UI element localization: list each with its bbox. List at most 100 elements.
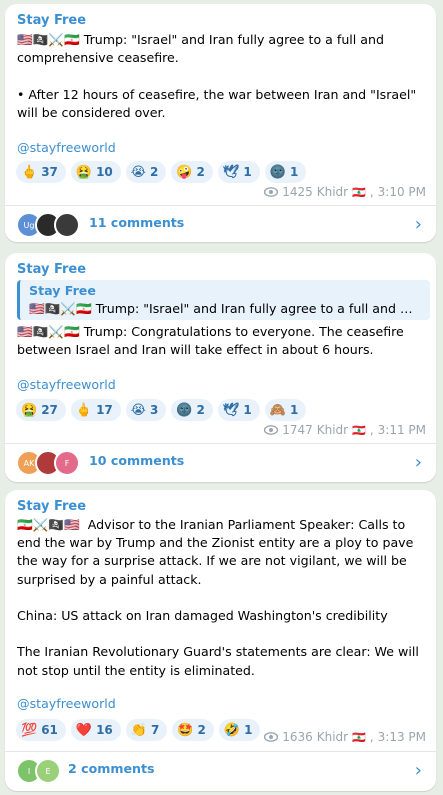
reaction-emoji: 😭 xyxy=(130,164,146,180)
reaction-count: 3 xyxy=(149,403,159,417)
reaction-emoji: 🙈 xyxy=(269,402,286,418)
commenter-avatars: Ug xyxy=(16,212,80,238)
reaction-count: 17 xyxy=(96,403,113,417)
reaction-emoji: 🤩 xyxy=(177,722,194,738)
quote-text: 🇺🇸🏴‍☠️⚔️🇮🇷 Trump: "Israel" and Iran full… xyxy=(29,301,414,316)
reactions-bar: 🖕 37 🤮 10 😭 2 🤪 2 🕊 1 🌚 1 xyxy=(16,161,307,183)
commenter-avatars: AK F xyxy=(16,450,80,476)
reaction-emoji: 😭 xyxy=(130,402,146,418)
reaction-count: 1 xyxy=(243,403,252,417)
post-meta: 1747 Khidr 🇱🇧, 3:11 PM xyxy=(264,423,426,437)
chevron-right-icon[interactable]: › xyxy=(415,760,422,781)
view-count: 1747 xyxy=(282,423,313,437)
reaction-emoji: 🤣 xyxy=(223,722,241,738)
reaction-button[interactable]: ❤️ 16 xyxy=(70,719,121,741)
comments-link[interactable]: 10 comments xyxy=(89,453,184,468)
reaction-count: 1 xyxy=(289,403,299,417)
reply-quote[interactable]: Stay Free 🇺🇸🏴‍☠️⚔️🇮🇷 Trump: "Israel" and… xyxy=(17,280,430,320)
reaction-count: 2 xyxy=(196,165,205,179)
comments-link[interactable]: 2 comments xyxy=(68,761,155,776)
chevron-right-icon[interactable]: › xyxy=(415,214,422,235)
reaction-emoji: ❤️ xyxy=(75,722,93,738)
eye-icon xyxy=(264,732,279,742)
reaction-emoji: 💯 xyxy=(21,722,38,738)
author-flag: 🇱🇧 xyxy=(352,730,366,744)
reaction-button[interactable]: 🖕 17 xyxy=(70,399,121,421)
reaction-button[interactable]: 😭 2 xyxy=(125,161,167,183)
reaction-count: 1 xyxy=(243,165,252,179)
comma: , xyxy=(369,423,374,437)
reaction-button[interactable]: 🤮 10 xyxy=(70,161,121,183)
avatar: E xyxy=(35,758,61,784)
reaction-emoji: 🕊 xyxy=(222,164,240,180)
reaction-count: 61 xyxy=(41,723,58,737)
reaction-button[interactable]: 🌚 2 xyxy=(171,399,213,421)
reaction-button[interactable]: 💯 61 xyxy=(16,719,66,741)
post-card: Stay Free Stay Free 🇺🇸🏴‍☠️⚔️🇮🇷 Trump: "I… xyxy=(5,253,436,482)
post-text: 🇺🇸🏴‍☠️⚔️🇮🇷 Trump: "Israel" and Iran full… xyxy=(17,32,417,120)
reaction-button[interactable]: 🤪 2 xyxy=(171,161,213,183)
reaction-emoji: 🤮 xyxy=(21,402,38,418)
reaction-count: 1 xyxy=(244,723,253,737)
reaction-count: 2 xyxy=(149,165,159,179)
view-count: 1425 xyxy=(282,185,313,199)
post-card: Stay Free 🇺🇸🏴‍☠️⚔️🇮🇷 Trump: "Israel" and… xyxy=(5,4,436,242)
reaction-emoji: 🖕 xyxy=(21,164,38,180)
reaction-count: 7 xyxy=(150,723,160,737)
post-author: Khidr xyxy=(316,730,349,744)
reactions-bar: 💯 61 ❤️ 16 👏 7 🤩 2 🤣 1 xyxy=(16,719,261,741)
reaction-count: 10 xyxy=(96,165,113,179)
post-meta: 1636 Khidr 🇱🇧, 3:13 PM xyxy=(264,730,426,744)
eye-icon xyxy=(264,425,279,435)
reaction-count: 2 xyxy=(197,723,206,737)
post-sender[interactable]: Stay Free xyxy=(17,262,86,277)
reaction-count: 2 xyxy=(196,403,205,417)
reaction-button[interactable]: 🕊 1 xyxy=(217,399,260,421)
comma: , xyxy=(369,185,374,199)
channel-handle-link[interactable]: @stayfreeworld xyxy=(17,140,116,155)
comments-footer[interactable]: AK F 10 comments › xyxy=(5,444,436,480)
post-meta: 1425 Khidr 🇱🇧, 3:10 PM xyxy=(264,185,426,199)
view-count: 1636 xyxy=(282,730,313,744)
post-card: Stay Free 🇮🇷⚔️🏴‍☠️🇺🇸 Advisor to the Iran… xyxy=(5,490,436,791)
reaction-button[interactable]: 🤩 2 xyxy=(172,719,214,741)
post-author: Khidr xyxy=(316,185,349,199)
channel-handle-link[interactable]: @stayfreeworld xyxy=(17,377,116,392)
post-time: 3:11 PM xyxy=(377,423,426,437)
channel-handle-link[interactable]: @stayfreeworld xyxy=(17,696,116,711)
comments-footer[interactable]: I E 2 comments › xyxy=(5,752,436,788)
comments-footer[interactable]: Ug 11 comments › xyxy=(5,206,436,242)
reaction-emoji: 🤮 xyxy=(75,164,93,180)
avatar: F xyxy=(54,450,80,476)
reaction-button[interactable]: 🌚 1 xyxy=(264,161,307,183)
reaction-count: 1 xyxy=(289,165,299,179)
reaction-button[interactable]: 🖕 37 xyxy=(16,161,66,183)
reaction-emoji: 🌚 xyxy=(176,402,193,418)
reaction-button[interactable]: 🙈 1 xyxy=(264,399,307,421)
reaction-button[interactable]: 🕊 1 xyxy=(217,161,260,183)
post-sender[interactable]: Stay Free xyxy=(17,13,86,28)
eye-icon xyxy=(264,187,279,197)
reaction-emoji: 🌚 xyxy=(269,164,286,180)
reaction-button[interactable]: 😭 3 xyxy=(125,399,167,421)
post-author: Khidr xyxy=(316,423,349,437)
commenter-avatars: I E xyxy=(16,758,61,784)
comments-link[interactable]: 11 comments xyxy=(89,215,184,230)
avatar xyxy=(54,212,80,238)
reaction-button[interactable]: 🤣 1 xyxy=(218,719,261,741)
post-sender[interactable]: Stay Free xyxy=(17,499,86,514)
post-text: 🇮🇷⚔️🏴‍☠️🇺🇸 Advisor to the Iranian Parlia… xyxy=(17,517,419,678)
post-time: 3:13 PM xyxy=(377,730,426,744)
reaction-emoji: 👏 xyxy=(130,722,147,738)
reaction-button[interactable]: 🤮 27 xyxy=(16,399,66,421)
post-text: 🇺🇸🏴‍☠️⚔️🇮🇷 Trump: Congratulations to eve… xyxy=(17,324,408,358)
chevron-right-icon[interactable]: › xyxy=(415,452,422,473)
reaction-count: 16 xyxy=(96,723,113,737)
reaction-button[interactable]: 👏 7 xyxy=(125,719,168,741)
author-flag: 🇱🇧 xyxy=(352,423,366,437)
reaction-emoji: 🖕 xyxy=(75,402,93,418)
comma: , xyxy=(369,730,374,744)
reaction-emoji: 🤪 xyxy=(176,164,193,180)
reactions-bar: 🤮 27 🖕 17 😭 3 🌚 2 🕊 1 🙈 1 xyxy=(16,399,307,421)
quote-sender: Stay Free xyxy=(29,283,96,298)
